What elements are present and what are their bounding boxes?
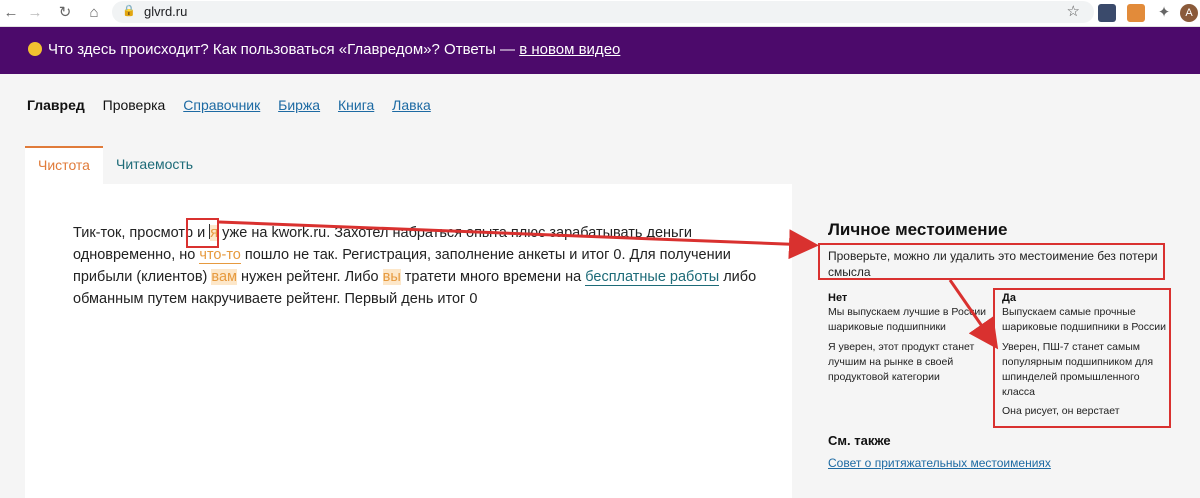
no-example-1: Мы выпускаем лучшие в России шариковые п… [828,306,987,333]
text-editor[interactable]: Тик-ток, просмотр и я уже на kwork.ru. З… [25,184,792,498]
profile-avatar[interactable]: A [1180,4,1198,22]
forward-icon[interactable]: → [26,4,44,22]
annotation-box-examples [993,288,1171,428]
highlight-pronoun[interactable]: вы [382,269,401,285]
highlight-pronoun[interactable]: вам [211,269,237,285]
extension-icon-2[interactable] [1127,4,1145,22]
banner-text: Что здесь происходит? Как пользоваться «… [48,41,520,58]
extension-icon-1[interactable] [1098,4,1116,22]
nav-spravochnik[interactable]: Справочник [183,97,260,113]
lock-icon: 🔒 [122,5,136,17]
nav-birzha[interactable]: Биржа [278,97,320,113]
puzzle-icon[interactable]: ✦ [1155,4,1173,22]
bookmark-star-icon[interactable]: ☆ [1067,2,1080,20]
url-text: glvrd.ru [144,4,188,19]
browser-toolbar: ← → ↻ ⌂ 🔒 glvrd.ru ☆ ✦ A [0,0,1200,27]
text-segment: тратети много времени на [400,269,586,285]
no-example-2: Я уверен, этот продукт станет лучшим на … [828,341,975,383]
annotation-box-word [186,218,219,248]
text-segment: нужен рейтенг. Либо [236,269,383,285]
back-icon[interactable]: ← [2,4,20,22]
banner-video-link[interactable]: в новом видео [519,41,620,58]
see-also-link[interactable]: Совет о притяжательных местоимениях [828,456,1051,470]
see-also-heading: См. также [828,433,891,448]
confused-emoji-icon [28,42,42,56]
highlight-word[interactable]: что-то [199,247,241,264]
info-banner: Что здесь происходит? Как пользоваться «… [0,27,1200,74]
nav-kniga[interactable]: Книга [338,97,374,113]
reload-icon[interactable]: ↻ [56,4,74,22]
tab-chitaemost[interactable]: Читаемость [116,156,193,172]
nav-glavred[interactable]: Главред [27,97,85,113]
editor-content[interactable]: Тик-ток, просмотр и я уже на kwork.ru. З… [73,222,763,310]
home-icon[interactable]: ⌂ [85,4,103,22]
no-heading: Нет [828,292,848,304]
rule-title: Личное местоимение [828,220,1008,239]
top-navigation: Главред Проверка Справочник Биржа Книга … [27,97,445,113]
address-bar[interactable]: 🔒 glvrd.ru ☆ [112,1,1094,23]
nav-lavka[interactable]: Лавка [392,97,431,113]
annotation-box-description [818,243,1165,280]
highlight-phrase[interactable]: бесплатные работы [585,269,720,286]
tab-chistota[interactable]: Чистота [25,146,103,184]
nav-proverka[interactable]: Проверка [103,97,166,113]
